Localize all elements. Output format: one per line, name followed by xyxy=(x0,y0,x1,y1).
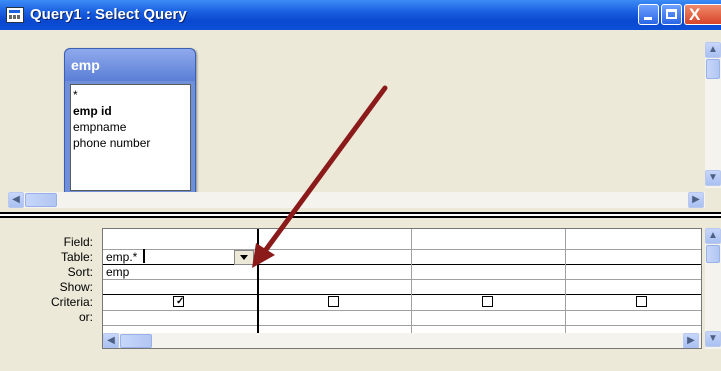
checkmark-icon: ✓ xyxy=(176,296,185,307)
scroll-up-icon[interactable]: ▲ xyxy=(705,228,721,244)
show-checkbox-3[interactable] xyxy=(482,296,493,307)
scroll-thumb[interactable] xyxy=(120,334,152,348)
field-list-header[interactable]: emp xyxy=(65,49,195,81)
scroll-left-icon[interactable]: ◀ xyxy=(8,192,24,208)
scroll-left-icon[interactable]: ◀ xyxy=(103,333,119,348)
field-list-window[interactable]: emp * emp id empname phone number xyxy=(64,48,196,198)
show-checkbox-4[interactable] xyxy=(636,296,647,307)
scroll-right-icon[interactable]: ▶ xyxy=(688,192,704,208)
scroll-thumb[interactable] xyxy=(25,193,57,207)
field-item-phone-number[interactable]: phone number xyxy=(73,135,190,151)
design-grid-pane: Field: Table: Sort: Show: Criteria: or: … xyxy=(0,218,721,371)
lower-vertical-scrollbar[interactable]: ▲ ▼ xyxy=(705,228,721,349)
show-checkbox-1[interactable]: ✓ xyxy=(173,296,184,307)
query-design-grid[interactable]: emp.* emp ✓ ◀ ▶ xyxy=(102,228,702,349)
query-app-icon[interactable] xyxy=(6,7,24,23)
scroll-up-icon[interactable]: ▲ xyxy=(705,42,721,58)
close-button[interactable]: X xyxy=(684,4,721,25)
close-icon: X xyxy=(689,5,701,24)
row-label-criteria: Criteria: xyxy=(50,295,93,309)
scroll-thumb[interactable] xyxy=(706,245,720,263)
scroll-thumb[interactable] xyxy=(706,59,720,79)
grid-horizontal-scrollbar[interactable]: ◀ ▶ xyxy=(103,333,701,348)
scroll-down-icon[interactable]: ▼ xyxy=(705,331,721,347)
field-dropdown-button[interactable] xyxy=(234,250,254,265)
row-label-show: Show: xyxy=(59,280,93,294)
field-list[interactable]: * emp id empname phone number xyxy=(70,84,191,191)
field-cell-1[interactable]: emp.* xyxy=(106,250,137,264)
row-label-table: Table: xyxy=(60,250,93,264)
window-title: Query1 : Select Query xyxy=(30,6,187,23)
scroll-right-icon[interactable]: ▶ xyxy=(683,333,699,348)
show-checkbox-2[interactable] xyxy=(328,296,339,307)
title-bar[interactable]: Query1 : Select Query X xyxy=(0,0,721,30)
minimize-button[interactable] xyxy=(638,4,659,25)
upper-horizontal-scrollbar[interactable]: ◀ ▶ xyxy=(8,192,705,208)
maximize-icon xyxy=(666,9,677,19)
row-label-or: or: xyxy=(78,310,93,324)
row-label-sort: Sort: xyxy=(67,265,93,279)
table-name: emp xyxy=(71,57,100,73)
field-item-emp-id[interactable]: emp id xyxy=(73,103,190,119)
scroll-down-icon[interactable]: ▼ xyxy=(705,170,721,186)
maximize-button[interactable] xyxy=(661,4,682,25)
row-label-field: Field: xyxy=(63,235,93,249)
upper-vertical-scrollbar[interactable]: ▲ ▼ xyxy=(705,42,721,188)
field-item-empname[interactable]: empname xyxy=(73,119,190,135)
minimize-icon xyxy=(644,17,652,20)
table-cell-1[interactable]: emp xyxy=(106,265,129,279)
chevron-down-icon xyxy=(240,255,248,260)
table-pane: emp * emp id empname phone number ▲ ▼ ◀ … xyxy=(0,30,721,212)
text-cursor xyxy=(143,249,145,263)
field-item-all[interactable]: * xyxy=(73,87,190,103)
